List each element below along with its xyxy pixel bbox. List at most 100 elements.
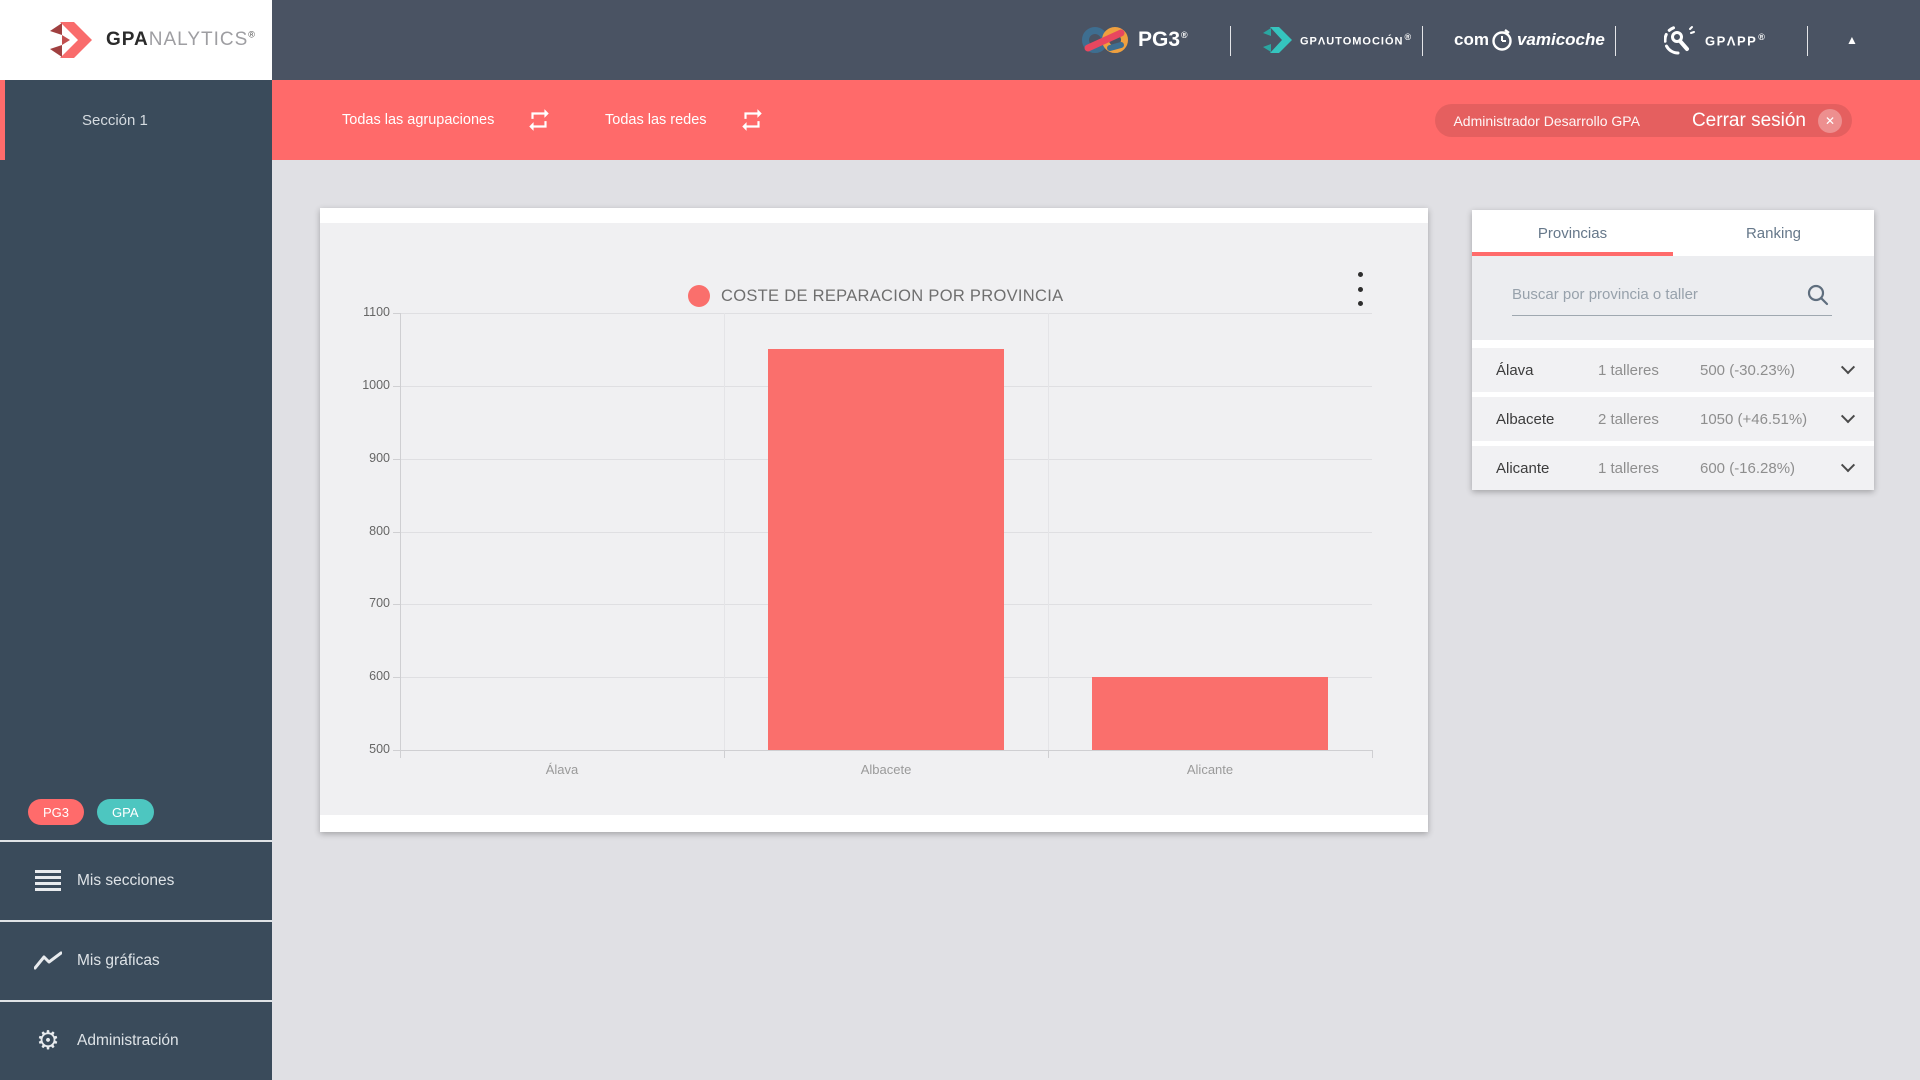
header-divider <box>1230 26 1231 56</box>
logo-bold: GPA <box>106 29 149 50</box>
gridline-horizontal <box>400 750 1372 751</box>
y-axis-tick <box>393 385 400 387</box>
y-axis-tick <box>393 458 400 460</box>
province-talleres: 1 talleres <box>1598 459 1659 477</box>
search-input[interactable] <box>1512 274 1832 316</box>
networks-filter-label: Todas las redes <box>605 112 707 128</box>
comprova-post: vamicoche <box>1516 30 1605 49</box>
province-row-alicante[interactable]: Alicante 1 talleres 600 (-16.28%) <box>1472 446 1874 490</box>
menu-label: Administración <box>77 1032 179 1049</box>
gridline-horizontal <box>400 313 1372 314</box>
bar-albacete[interactable] <box>768 349 1004 750</box>
header-divider <box>1807 26 1808 56</box>
collapse-header-button[interactable]: ▲ <box>1830 0 1874 80</box>
x-axis-tick <box>724 750 725 758</box>
top-header-bar: PG3® GPΛUTOMOCIÓN® com vamicoche GPΛPP® <box>272 0 1920 80</box>
expand-row-button[interactable] <box>1822 409 1874 424</box>
tab-provincias[interactable]: Provincias <box>1472 210 1673 256</box>
triangle-up-icon: ▲ <box>1846 33 1858 47</box>
sidebar-bottom: PG3 GPA Mis secciones Mis gráficas ⚙ Adm… <box>0 799 272 1080</box>
gpa-badge: GPA <box>97 799 154 825</box>
gridline-vertical <box>1048 313 1049 750</box>
sidebar-item-seccion-1[interactable]: Sección 1 <box>0 80 272 160</box>
logo-light: NALYTICS <box>148 29 249 50</box>
province-name: Albacete <box>1496 410 1555 428</box>
x-axis-label: Alicante <box>1186 762 1234 777</box>
gpapp-logo: GPΛPP® <box>1664 0 1766 80</box>
bar-chart: 500 600 700 800 900 1000 1100 Álava Albacete Alic… <box>320 208 1428 832</box>
menu-label: Mis secciones <box>77 872 175 889</box>
repeat-icon <box>529 109 550 131</box>
gpanalytics-arrow-icon <box>50 22 92 58</box>
y-axis-label: 500 <box>369 742 390 756</box>
x-axis-label: Álava <box>545 762 579 777</box>
chart-line-icon <box>33 951 63 971</box>
y-axis-tick <box>393 531 400 533</box>
search-icon[interactable] <box>1806 283 1830 307</box>
chevron-down-icon <box>1840 458 1856 473</box>
gpapp-wordmark: GPΛPP® <box>1705 31 1767 49</box>
header-divider <box>1422 26 1423 56</box>
gpanalytics-logo: GPANALYTICS® <box>0 0 272 80</box>
sidebar-item-administracion[interactable]: ⚙ Administración <box>0 1000 272 1080</box>
province-name: Alicante <box>1496 459 1550 477</box>
section-label: Sección 1 <box>82 111 148 129</box>
user-session-pill: Administrador Desarrollo GPA Cerrar sesi… <box>1435 104 1852 137</box>
gpautomocion-wordmark: GPΛUTOMOCIÓN® <box>1300 32 1413 48</box>
logout-label: Cerrar sesión <box>1691 109 1806 131</box>
expand-row-button[interactable] <box>1822 458 1874 473</box>
chart-card: COSTE DE REPARACION POR PROVINCIA 500 600… <box>320 208 1428 832</box>
sidebar-badges: PG3 GPA <box>0 799 272 840</box>
comprova-pre: com <box>1454 30 1489 49</box>
y-axis-line <box>400 313 401 758</box>
province-value: 600 (-16.28%) <box>1700 459 1796 477</box>
sidebar-item-mis-graficas[interactable]: Mis gráficas <box>0 920 272 1000</box>
chevron-down-icon <box>1840 360 1856 375</box>
province-talleres: 2 talleres <box>1598 410 1659 428</box>
panel-body: Álava 1 talleres 500 (-30.23%) Albacete … <box>1472 256 1874 490</box>
tab-ranking[interactable]: Ranking <box>1673 210 1874 256</box>
sidebar: Sección 1 PG3 GPA Mis secciones Mis gráf… <box>0 80 272 1080</box>
x-axis-tick <box>1372 750 1373 758</box>
y-axis-label: 800 <box>369 523 390 538</box>
comprovamicoche-logo: com vamicoche <box>1454 0 1605 80</box>
search-area <box>1472 256 1874 340</box>
province-row-alava[interactable]: Álava 1 talleres 500 (-30.23%) <box>1472 348 1874 392</box>
close-session-icon: ✕ <box>1818 108 1842 133</box>
y-axis-label: 1000 <box>362 377 390 392</box>
clock-icon <box>1492 29 1512 51</box>
panel-tabs: Provincias Ranking <box>1472 210 1874 256</box>
wrench-icon <box>1664 25 1695 55</box>
gpanalytics-wordmark: GPANALYTICS® <box>106 29 256 51</box>
gpautomocion-arrow-icon <box>1263 27 1292 53</box>
y-axis-label: 900 <box>369 450 390 465</box>
gpautomocion-logo: GPΛUTOMOCIÓN® <box>1262 0 1412 80</box>
y-axis-label: 600 <box>369 669 390 684</box>
groupings-filter[interactable]: Todas las agrupaciones <box>342 80 552 160</box>
province-name: Álava <box>1496 361 1534 379</box>
y-axis-tick <box>393 604 400 606</box>
expand-row-button[interactable] <box>1822 360 1874 375</box>
user-name: Administrador Desarrollo GPA <box>1453 112 1640 129</box>
y-axis-tick <box>393 313 400 314</box>
groupings-filter-label: Todas las agrupaciones <box>342 112 495 128</box>
networks-filter[interactable]: Todas las redes <box>605 80 765 160</box>
menu-label: Mis gráficas <box>77 952 160 969</box>
gear-icon: ⚙ <box>36 1026 60 1056</box>
filter-bar: Todas las agrupaciones Todas las redes A… <box>272 80 1920 160</box>
y-axis-tick <box>393 750 400 751</box>
province-value: 500 (-30.23%) <box>1700 361 1796 379</box>
header-divider <box>1615 26 1616 56</box>
x-axis-tick <box>400 750 401 758</box>
x-axis-tick <box>1048 750 1049 758</box>
bar-alicante[interactable] <box>1092 677 1328 750</box>
pg3-infinity-icon <box>1082 27 1128 53</box>
provinces-panel: Provincias Ranking Álava 1 talleres 500 … <box>1472 210 1874 490</box>
logout-button[interactable]: Cerrar sesión ✕ <box>1691 108 1842 133</box>
pg3-wordmark: PG3® <box>1138 28 1188 51</box>
list-icon <box>33 870 63 892</box>
sidebar-item-mis-secciones[interactable]: Mis secciones <box>0 840 272 920</box>
province-row-albacete[interactable]: Albacete 2 talleres 1050 (+46.51%) <box>1472 397 1874 441</box>
province-value: 1050 (+46.51%) <box>1700 410 1808 428</box>
gridline-vertical <box>724 313 725 750</box>
